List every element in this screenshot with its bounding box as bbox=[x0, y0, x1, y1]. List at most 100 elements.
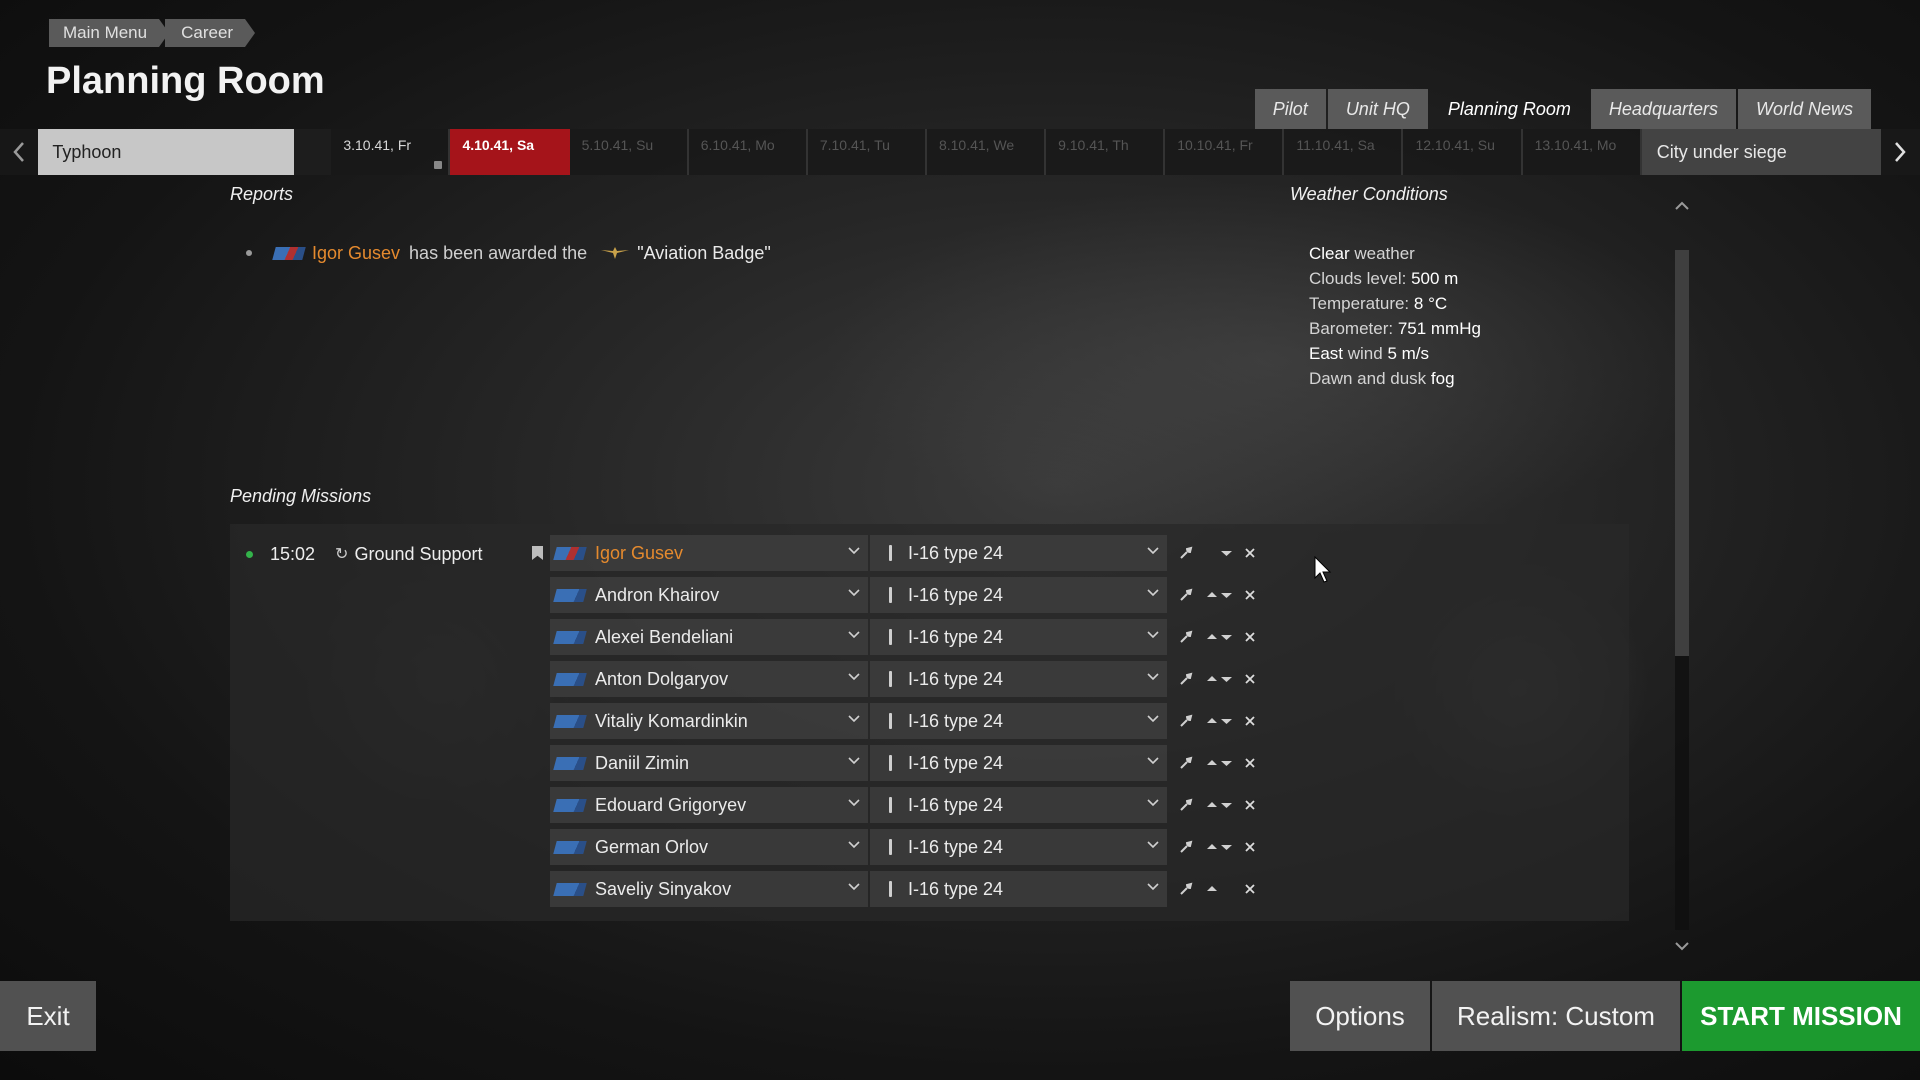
pilot-name: Anton Dolgaryov bbox=[595, 668, 729, 689]
chevron-down-icon bbox=[1147, 589, 1159, 597]
day-7-10-41[interactable]: 7.10.41, Tu bbox=[808, 129, 927, 175]
aircraft-select[interactable]: I-16 type 24 bbox=[870, 787, 1167, 823]
loadout-button[interactable] bbox=[1167, 588, 1205, 602]
pilot-select[interactable]: Igor Gusev bbox=[550, 535, 868, 571]
day-9-10-41[interactable]: 9.10.41, Th bbox=[1046, 129, 1166, 175]
flag-icon bbox=[553, 630, 587, 644]
up-down-arrows-icon bbox=[1207, 676, 1232, 682]
reorder-button[interactable] bbox=[1205, 674, 1235, 684]
scroll-up-icon[interactable] bbox=[1674, 200, 1690, 212]
pilot-select[interactable]: German Orlov bbox=[550, 829, 868, 865]
reports-heading: Reports bbox=[230, 184, 294, 204]
day-4-10-41[interactable]: 4.10.41, Sa bbox=[450, 129, 570, 175]
loadout-button[interactable] bbox=[1167, 840, 1205, 854]
close-icon bbox=[1245, 674, 1255, 684]
aircraft-select[interactable]: I-16 type 24 bbox=[870, 703, 1167, 739]
chevron-down-icon bbox=[1147, 715, 1159, 723]
breadcrumb-main-menu[interactable]: Main Menu bbox=[49, 19, 170, 47]
day-6-10-41[interactable]: 6.10.41, Mo bbox=[689, 129, 808, 175]
remove-pilot-button[interactable] bbox=[1235, 716, 1265, 726]
reorder-button[interactable] bbox=[1205, 758, 1235, 768]
remove-pilot-button[interactable] bbox=[1235, 632, 1265, 642]
pilot-select[interactable]: Edouard Grigoryev bbox=[550, 787, 868, 823]
day-3-10-41[interactable]: 3.10.41, Fr bbox=[331, 129, 451, 175]
day-label: 6.10.41, Mo bbox=[700, 137, 775, 153]
tab-world-news[interactable]: World News bbox=[1737, 89, 1871, 129]
exit-button[interactable]: Exit bbox=[0, 981, 96, 1051]
pending-missions-heading: Pending Missions bbox=[230, 486, 372, 506]
scrollbar-thumb[interactable] bbox=[1675, 250, 1689, 656]
chevron-down-icon bbox=[848, 547, 860, 555]
remove-pilot-button[interactable] bbox=[1235, 842, 1265, 852]
breadcrumb: Main Menu Career bbox=[49, 19, 256, 47]
loadout-button[interactable] bbox=[1167, 630, 1205, 644]
tab-headquarters[interactable]: Headquarters bbox=[1590, 89, 1736, 129]
up-down-arrows-icon bbox=[1207, 718, 1232, 724]
pilot-select[interactable]: Saveliy Sinyakov bbox=[550, 871, 868, 907]
aircraft-name: I-16 type 24 bbox=[908, 836, 1004, 857]
chevron-down-icon bbox=[848, 715, 860, 723]
day-11-10-41[interactable]: 11.10.41, Sa bbox=[1284, 129, 1404, 175]
day-5-10-41[interactable]: 5.10.41, Su bbox=[570, 129, 689, 175]
tab-planning-room[interactable]: Planning Room bbox=[1430, 89, 1589, 129]
mission-name[interactable]: City under siege bbox=[1641, 129, 1881, 175]
loadout-button[interactable] bbox=[1167, 672, 1205, 686]
chevron-down-icon bbox=[1147, 841, 1159, 849]
loadout-button[interactable] bbox=[1167, 798, 1205, 812]
aircraft-select[interactable]: I-16 type 24 bbox=[870, 577, 1167, 613]
campaign-name[interactable]: Typhoon bbox=[38, 129, 294, 175]
remove-pilot-button[interactable] bbox=[1235, 758, 1265, 768]
remove-pilot-button[interactable] bbox=[1235, 800, 1265, 810]
day-12-10-41[interactable]: 12.10.41, Su bbox=[1403, 129, 1523, 175]
loadout-button[interactable] bbox=[1167, 882, 1205, 896]
aircraft-select[interactable]: I-16 type 24 bbox=[870, 535, 1167, 571]
aircraft-select[interactable]: I-16 type 24 bbox=[870, 619, 1167, 655]
start-mission-button[interactable]: START MISSION bbox=[1682, 981, 1920, 1051]
reorder-button[interactable] bbox=[1205, 884, 1235, 894]
options-button[interactable]: Options bbox=[1290, 981, 1430, 1051]
day-8-10-41[interactable]: 8.10.41, We bbox=[927, 129, 1047, 175]
reorder-button[interactable] bbox=[1205, 590, 1235, 600]
pilot-select[interactable]: Vitaliy Komardinkin bbox=[550, 703, 868, 739]
loadout-button[interactable] bbox=[1167, 546, 1205, 560]
chevron-down-icon bbox=[1147, 757, 1159, 765]
remove-pilot-button[interactable] bbox=[1235, 674, 1265, 684]
date-prev-button[interactable] bbox=[0, 129, 38, 175]
aircraft-select[interactable]: I-16 type 24 bbox=[870, 829, 1167, 865]
reorder-button[interactable] bbox=[1205, 716, 1235, 726]
pilot-select[interactable]: Alexei Bendeliani bbox=[550, 619, 868, 655]
mouse-cursor-icon bbox=[1314, 556, 1332, 583]
tab-unit-hq[interactable]: Unit HQ bbox=[1327, 89, 1428, 129]
up-down-arrows-icon bbox=[1207, 844, 1232, 850]
pilot-select[interactable]: Daniil Zimin bbox=[550, 745, 868, 781]
aircraft-select[interactable]: I-16 type 24 bbox=[870, 745, 1167, 781]
loadout-button[interactable] bbox=[1167, 756, 1205, 770]
reorder-button[interactable] bbox=[1205, 842, 1235, 852]
loadout-button[interactable] bbox=[1167, 714, 1205, 728]
realism-button[interactable]: Realism: Custom bbox=[1432, 981, 1680, 1051]
weather-heading: Weather Conditions bbox=[1290, 184, 1448, 204]
day-10-10-41[interactable]: 10.10.41, Fr bbox=[1165, 129, 1285, 175]
aircraft-icon bbox=[889, 755, 892, 771]
breadcrumb-career[interactable]: Career bbox=[165, 19, 256, 47]
reorder-button[interactable] bbox=[1205, 632, 1235, 642]
pilot-select[interactable]: Anton Dolgaryov bbox=[550, 661, 868, 697]
chevron-down-icon bbox=[848, 883, 860, 891]
report-pilot-name[interactable]: Igor Gusev bbox=[312, 243, 400, 264]
date-next-button[interactable] bbox=[1881, 129, 1920, 175]
remove-pilot-button[interactable] bbox=[1235, 548, 1265, 558]
scroll-down-icon[interactable] bbox=[1674, 940, 1690, 952]
day-label: 4.10.41, Sa bbox=[462, 137, 535, 153]
reorder-button[interactable] bbox=[1205, 800, 1235, 810]
aircraft-icon bbox=[889, 797, 892, 813]
remove-pilot-button[interactable] bbox=[1235, 884, 1265, 894]
remove-pilot-button[interactable] bbox=[1235, 590, 1265, 600]
reorder-button[interactable] bbox=[1205, 548, 1235, 558]
day-13-10-41[interactable]: 13.10.41, Mo bbox=[1523, 129, 1642, 175]
chevron-right-icon bbox=[1895, 142, 1907, 162]
aircraft-select[interactable]: I-16 type 24 bbox=[870, 871, 1167, 907]
tab-pilot[interactable]: Pilot bbox=[1254, 89, 1326, 129]
close-icon bbox=[1245, 842, 1255, 852]
pilot-select[interactable]: Andron Khairov bbox=[550, 577, 868, 613]
aircraft-select[interactable]: I-16 type 24 bbox=[870, 661, 1167, 697]
